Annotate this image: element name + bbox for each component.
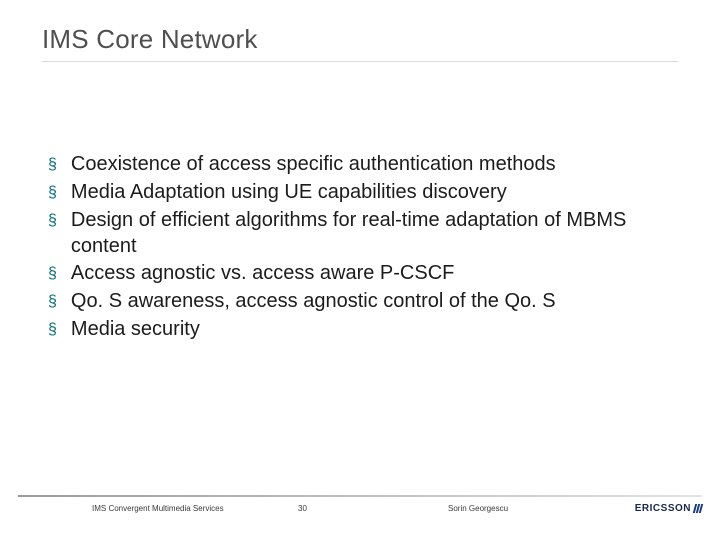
bullet-icon: § bbox=[48, 152, 57, 178]
bullet-icon: § bbox=[48, 289, 57, 315]
list-item: § Access agnostic vs. access aware P-CSC… bbox=[48, 261, 678, 287]
list-item-text: Design of efficient algorithms for real-… bbox=[71, 208, 678, 259]
list-item: § Coexistence of access specific authent… bbox=[48, 152, 678, 178]
page-number: 30 bbox=[298, 504, 448, 513]
bullet-list: § Coexistence of access specific authent… bbox=[42, 152, 678, 343]
list-item-text: Access agnostic vs. access aware P-CSCF bbox=[71, 261, 678, 287]
footer-left: IMS Convergent Multimedia Services bbox=[18, 504, 298, 513]
footer-divider bbox=[18, 495, 702, 497]
bullet-icon: § bbox=[48, 261, 57, 287]
list-item-text: Media Adaptation using UE capabilities d… bbox=[71, 180, 678, 206]
bullet-icon: § bbox=[48, 180, 57, 206]
list-item-text: Qo. S awareness, access agnostic control… bbox=[71, 289, 678, 315]
bullet-icon: § bbox=[48, 317, 57, 343]
footer: IMS Convergent Multimedia Services 30 So… bbox=[0, 495, 720, 514]
brand-logo: ERICSSON bbox=[635, 503, 702, 514]
footer-author: Sorin Georgescu bbox=[448, 504, 588, 513]
bullet-icon: § bbox=[48, 208, 57, 234]
list-item: § Media security bbox=[48, 317, 678, 343]
slide: IMS Core Network § Coexistence of access… bbox=[0, 0, 720, 540]
title-divider bbox=[42, 61, 678, 62]
footer-row: IMS Convergent Multimedia Services 30 So… bbox=[0, 503, 720, 514]
list-item: § Design of efficient algorithms for rea… bbox=[48, 208, 678, 259]
list-item-text: Media security bbox=[71, 317, 678, 343]
list-item: § Qo. S awareness, access agnostic contr… bbox=[48, 289, 678, 315]
logo-bars-icon bbox=[693, 504, 703, 513]
page-title: IMS Core Network bbox=[42, 24, 678, 55]
logo-text: ERICSSON bbox=[635, 503, 691, 514]
list-item-text: Coexistence of access specific authentic… bbox=[71, 152, 678, 178]
list-item: § Media Adaptation using UE capabilities… bbox=[48, 180, 678, 206]
